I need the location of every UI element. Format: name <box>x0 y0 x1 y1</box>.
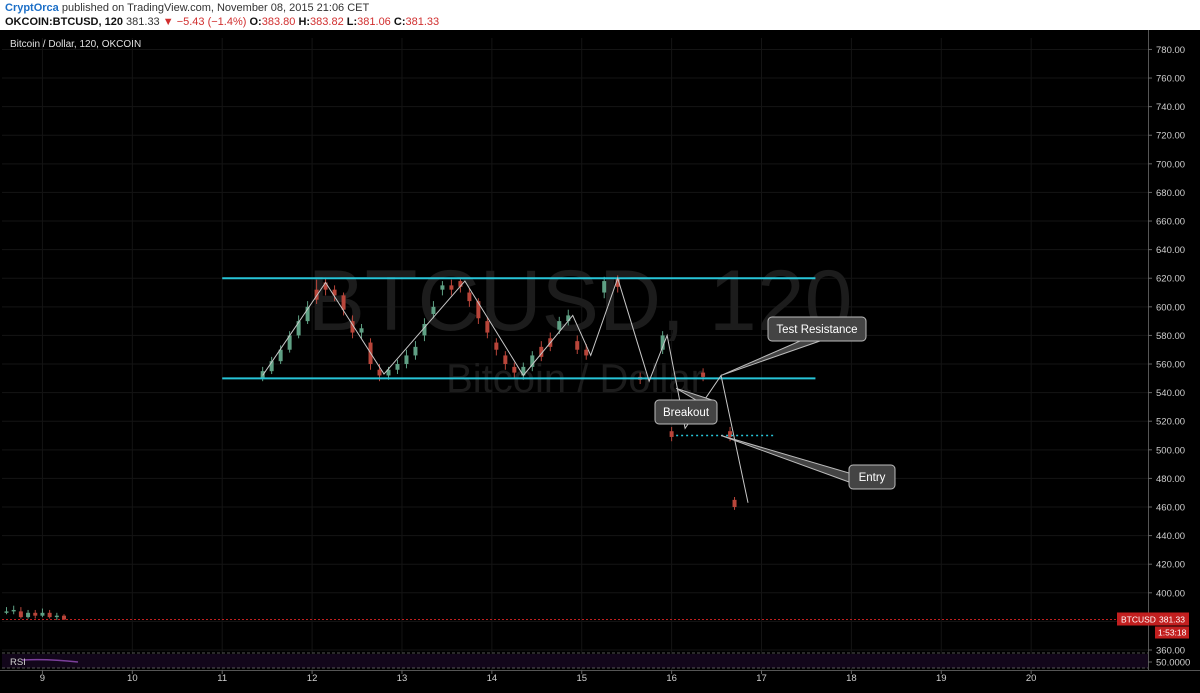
price-tick-label: 740.00 <box>1156 102 1185 113</box>
rsi-background <box>2 654 1148 668</box>
callout-text: Breakout <box>663 407 710 419</box>
down-arrow-icon: ▼ <box>162 16 174 28</box>
candle-down <box>62 615 67 620</box>
tradingview-snapshot: CryptOrca published on TradingView.com, … <box>0 0 1200 693</box>
price-chart[interactable]: BTCUSD, 120 Bitcoin / Dollar Bitcoin / D… <box>0 30 1200 693</box>
author-link[interactable]: CryptOrca <box>5 2 59 14</box>
candle-down <box>485 321 490 333</box>
time-tick-label: 13 <box>397 673 408 684</box>
price-tick-label: 500.00 <box>1156 445 1185 456</box>
candle-up <box>54 615 59 618</box>
published-text: published on TradingView.com, November 0… <box>61 2 370 14</box>
candle-up <box>40 612 45 616</box>
candle-down <box>503 355 508 365</box>
last-price-value: 381.33 <box>1159 615 1185 625</box>
time-tick-label: 16 <box>666 673 677 684</box>
rsi-pane[interactable]: RSI <box>2 652 1148 669</box>
candle-down <box>669 431 674 437</box>
candle-up <box>395 364 400 370</box>
candle-up <box>4 611 9 613</box>
candle-down <box>47 612 52 618</box>
candle-down <box>341 295 346 310</box>
publish-line: CryptOrca published on TradingView.com, … <box>5 2 369 14</box>
price-tick-label: 760.00 <box>1156 74 1185 85</box>
candle-up <box>26 612 31 618</box>
open-value: 383.80 <box>261 16 296 28</box>
candle-down <box>512 366 517 373</box>
candle-up <box>296 321 301 336</box>
candle-down <box>584 349 589 356</box>
price-tick-label: 600.00 <box>1156 302 1185 313</box>
price-change: −5.43 (−1.4%) <box>176 16 247 28</box>
price-tick-label: 560.00 <box>1156 360 1185 371</box>
candle-down <box>575 341 580 350</box>
candle-down <box>323 282 328 290</box>
time-tick-label: 10 <box>127 673 138 684</box>
candle-down <box>449 285 454 290</box>
price-tick-label: 440.00 <box>1156 531 1185 542</box>
candle-up <box>413 346 418 356</box>
price-axis[interactable]: 780.00 760.00 740.00 720.00 700.00 680.00 660.… <box>1148 30 1200 693</box>
price-tick-label: 400.00 <box>1156 588 1185 599</box>
open-label: O: <box>249 16 262 28</box>
low-label: L: <box>346 16 358 28</box>
candle-up <box>440 285 445 290</box>
candle-up <box>359 328 364 333</box>
candle-down <box>467 292 472 302</box>
last-price-symbol: BTCUSD <box>1121 615 1156 625</box>
price-tick-label: 700.00 <box>1156 159 1185 170</box>
time-tick-label: 9 <box>40 673 45 684</box>
price-tick-label: 580.00 <box>1156 331 1185 342</box>
last-price: 381.33 <box>126 16 160 28</box>
candle-up <box>557 321 562 330</box>
price-tick-label: 660.00 <box>1156 217 1185 228</box>
time-tick-label: 11 <box>217 673 227 684</box>
callout-text: Test Resistance <box>776 324 857 336</box>
candle-down <box>494 342 499 350</box>
rsi-tick-label: 50.0000 <box>1156 658 1190 669</box>
price-tick-label: 360.00 <box>1156 646 1185 657</box>
time-axis-bg <box>0 670 1148 693</box>
callout-text: Entry <box>859 472 886 484</box>
candle-down <box>732 499 737 508</box>
high-value: 383.82 <box>310 16 344 28</box>
price-tick-label: 720.00 <box>1156 131 1185 142</box>
candle-down <box>377 369 382 376</box>
time-tick-label: 14 <box>487 673 498 684</box>
snapshot-header: CryptOrca published on TradingView.com, … <box>0 0 1200 30</box>
high-label: H: <box>298 16 311 28</box>
candle-up <box>602 281 607 293</box>
candle-up <box>431 306 436 314</box>
price-tick-label: 480.00 <box>1156 474 1185 485</box>
low-value: 381.06 <box>357 16 391 28</box>
time-tick-label: 17 <box>756 673 767 684</box>
candle-up <box>404 355 409 365</box>
rsi-label: RSI <box>10 657 26 668</box>
price-tick-label: 420.00 <box>1156 560 1185 571</box>
time-tick-label: 12 <box>307 673 318 684</box>
candle-down <box>18 611 23 618</box>
candle-down <box>33 612 38 616</box>
time-tick-label: 19 <box>936 673 947 684</box>
ohlc-line: OKCOIN:BTCUSD, 120 381.33 ▼ −5.43 (−1.4%… <box>5 16 439 28</box>
price-tick-label: 540.00 <box>1156 388 1185 399</box>
time-tick-label: 20 <box>1026 673 1037 684</box>
time-tick-label: 15 <box>576 673 587 684</box>
chart-title: Bitcoin / Dollar, 120, OKCOIN <box>10 39 141 50</box>
time-tick-label: 18 <box>846 673 857 684</box>
candle-down <box>701 372 706 377</box>
close-label: C: <box>393 16 406 28</box>
price-tick-label: 680.00 <box>1156 188 1185 199</box>
price-tick-label: 640.00 <box>1156 245 1185 256</box>
price-tick-label: 520.00 <box>1156 417 1185 428</box>
countdown-value: 1:53:18 <box>1158 628 1187 638</box>
close-value: 381.33 <box>405 16 440 28</box>
candle-up <box>11 609 16 612</box>
price-tick-label: 780.00 <box>1156 45 1185 56</box>
symbol-label: OKCOIN:BTCUSD, 120 <box>5 16 123 28</box>
time-axis[interactable]: 9 10 11 12 13 14 15 16 17 18 19 20 <box>0 670 1200 693</box>
price-tick-label: 460.00 <box>1156 503 1185 514</box>
price-tick-label: 620.00 <box>1156 274 1185 285</box>
